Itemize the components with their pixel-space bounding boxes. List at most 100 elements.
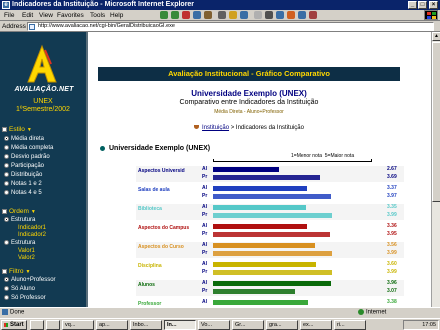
- clock: 17:05: [422, 322, 436, 328]
- option-estrutura-valor[interactable]: Estrutura: [4, 240, 35, 246]
- print-icon[interactable]: [265, 11, 273, 19]
- logo-a-icon: A: [27, 44, 57, 83]
- task-6[interactable]: gra...: [266, 320, 298, 330]
- section-ordem-label: Ordem: [9, 208, 29, 215]
- institution-name: UNEX: [33, 98, 53, 105]
- radio-icon: [4, 240, 9, 245]
- favorites-icon[interactable]: [229, 11, 237, 19]
- option-media-completa[interactable]: Média completa: [4, 145, 53, 151]
- search-icon[interactable]: [218, 11, 226, 19]
- category-label: Disciplina: [138, 263, 162, 269]
- close-button[interactable]: ×: [429, 1, 438, 9]
- menu-view[interactable]: View: [39, 12, 53, 19]
- chart-bar: [213, 251, 332, 256]
- option-distribuicao[interactable]: Distribuição: [4, 172, 42, 178]
- option-participacao[interactable]: Participação: [4, 163, 44, 169]
- respondent-code: Pr: [202, 250, 208, 256]
- respondent-code: Pr: [202, 212, 208, 218]
- chart-bar: [213, 289, 296, 294]
- logo-text: AVALIAÇÃO.NET: [14, 86, 74, 93]
- messenger-icon[interactable]: [298, 11, 306, 19]
- option-so-aluno[interactable]: Só Aluno: [4, 286, 35, 292]
- vertical-scrollbar[interactable]: ▲ ▼: [431, 32, 440, 318]
- bar-value-label: 3.99: [387, 269, 397, 275]
- quicklaunch-ie-icon[interactable]: [30, 320, 44, 330]
- radio-icon: [4, 295, 9, 300]
- discuss-icon[interactable]: [287, 11, 295, 19]
- start-button[interactable]: Start: [1, 320, 27, 330]
- triangle-down-icon: ▼: [25, 269, 31, 275]
- task-1[interactable]: ap...: [96, 320, 128, 330]
- chart-bar: [213, 224, 307, 229]
- radio-icon: [4, 136, 9, 141]
- address-bar: Address http://www.avaliacao.net/cgi-bin…: [0, 21, 440, 32]
- back-icon[interactable]: [160, 11, 168, 19]
- menu-help[interactable]: Help: [110, 12, 123, 19]
- option-aluno-professor[interactable]: Aluno+Professor: [4, 277, 56, 283]
- option-so-professor[interactable]: Só Professor: [4, 295, 46, 301]
- section-estilo[interactable]: Estilo ▼: [2, 126, 32, 133]
- task-4[interactable]: Vo...: [198, 320, 230, 330]
- section-ordem[interactable]: Ordem ▼: [2, 208, 36, 215]
- minimize-button[interactable]: _: [408, 1, 417, 9]
- respondent-code: Pr: [202, 174, 208, 180]
- menu-favorites[interactable]: Favorites: [57, 12, 84, 19]
- radio-icon: [4, 172, 9, 177]
- menu-edit[interactable]: Edit: [22, 12, 33, 19]
- task-2[interactable]: Inbo...: [130, 320, 162, 330]
- option-desvio-padrao[interactable]: Desvio padrão: [4, 154, 50, 160]
- mail-icon[interactable]: [254, 11, 262, 19]
- media-icon[interactable]: [309, 11, 317, 19]
- scroll-thumb[interactable]: [432, 42, 440, 202]
- option-media-direta[interactable]: Média direta: [4, 136, 44, 142]
- triangle-down-icon: ▼: [30, 209, 36, 215]
- bar-value-label: 3.95: [387, 231, 397, 237]
- status-zone: Internet: [358, 309, 386, 316]
- option-notas-1-2[interactable]: Notas 1 e 2: [4, 181, 42, 187]
- bar-value-label: 3.96: [387, 280, 397, 286]
- address-input[interactable]: http://www.avaliacao.net/cgi-bin/GeralDi…: [27, 22, 434, 31]
- option-estrutura-indicador[interactable]: Estrutura: [4, 217, 35, 223]
- home-icon[interactable]: [204, 11, 212, 19]
- page-icon: [29, 24, 35, 30]
- task-3[interactable]: In...: [164, 320, 196, 330]
- chart-bar: [213, 281, 331, 286]
- section-filtro[interactable]: Filtro ▼: [2, 268, 30, 275]
- address-url: http://www.avaliacao.net/cgi-bin/GeralDi…: [38, 23, 175, 29]
- maximize-button[interactable]: □: [418, 1, 427, 9]
- chart-bar: [213, 270, 332, 275]
- bar-value-label: 2.67: [387, 166, 397, 172]
- task-0[interactable]: vq...: [62, 320, 94, 330]
- task-5[interactable]: Gr...: [232, 320, 264, 330]
- edit-icon[interactable]: [276, 11, 284, 19]
- radio-icon: [4, 181, 9, 186]
- window-title: Indicadores da Instituição - Microsoft I…: [12, 1, 195, 8]
- quicklaunch-desktop-icon[interactable]: [46, 320, 60, 330]
- respondent-code: Al: [202, 242, 207, 248]
- task-8[interactable]: ri...: [334, 320, 366, 330]
- sub-valor2: Valor2: [18, 255, 35, 261]
- windows-logo-icon: [424, 10, 438, 20]
- respondent-code: Pr: [202, 193, 208, 199]
- menu-file[interactable]: File: [4, 12, 14, 19]
- chart-bar: [213, 300, 308, 305]
- task-7[interactable]: ex...: [300, 320, 332, 330]
- history-icon[interactable]: [240, 11, 248, 19]
- option-notas-4-5[interactable]: Notas 4 e 5: [4, 190, 42, 196]
- radio-icon: [4, 190, 9, 195]
- forward-icon[interactable]: [171, 11, 179, 19]
- radio-icon: [4, 154, 9, 159]
- section-estilo-label: Estilo: [9, 126, 25, 133]
- radio-icon: [4, 217, 9, 222]
- stop-icon[interactable]: [182, 11, 190, 19]
- checkbox-icon: [2, 126, 7, 132]
- menu-tools[interactable]: Tools: [90, 12, 105, 19]
- bar-value-label: 3.99: [387, 250, 397, 256]
- scroll-up-button[interactable]: ▲: [432, 32, 440, 41]
- category-label: Aspectos do Campus: [138, 225, 190, 231]
- left-sidebar: A AVALIAÇÃO.NET UNEX 1ºSemestre/2002 Est…: [0, 32, 86, 318]
- respondent-code: Pr: [202, 231, 208, 237]
- chart-bar: [213, 262, 317, 267]
- status-done: Done: [2, 309, 24, 316]
- refresh-icon[interactable]: [193, 11, 201, 19]
